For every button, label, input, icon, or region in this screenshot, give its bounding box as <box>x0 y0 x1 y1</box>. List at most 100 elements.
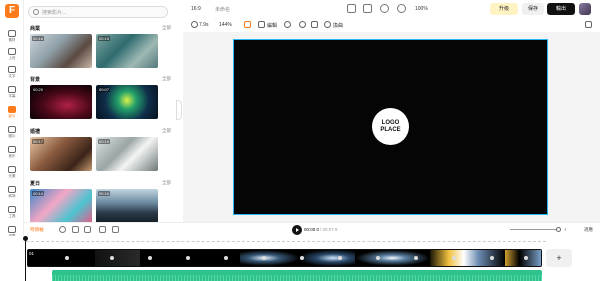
clip-marker[interactable] <box>414 256 418 260</box>
track-index: 01 <box>29 251 35 256</box>
app-logo: F <box>5 4 19 18</box>
scissors-icon[interactable] <box>84 226 91 233</box>
sidebar-item-music[interactable]: 音乐 <box>0 146 24 164</box>
zoom-select[interactable]: 100% <box>415 6 428 12</box>
category-see-all[interactable]: 全部 <box>162 76 171 82</box>
search-icon <box>33 9 39 15</box>
speed-icon[interactable] <box>284 21 291 28</box>
toolbox-icon <box>8 206 16 213</box>
sidebar-item-assets[interactable]: 素材 <box>0 30 24 48</box>
sidebar-item-text[interactable]: 文字 <box>0 66 24 84</box>
clip-segment <box>300 250 355 266</box>
clip-marker[interactable] <box>490 256 494 260</box>
add-track-button[interactable]: + <box>546 249 572 267</box>
video-thumbnail[interactable]: 00:16 <box>96 189 158 223</box>
delete-icon[interactable] <box>112 226 119 233</box>
magic-icon[interactable] <box>380 4 389 13</box>
search-placeholder: 搜索影片... <box>42 10 67 16</box>
category-see-all[interactable]: 全部 <box>162 128 171 134</box>
sidebar-item-video[interactable]: 影片 <box>0 106 24 124</box>
scale-select[interactable]: 144% <box>219 22 232 28</box>
swap-icon[interactable] <box>324 21 331 28</box>
timeline-zoom-slider[interactable] <box>510 229 560 230</box>
category-title: 背景 <box>30 77 41 83</box>
play-button[interactable] <box>292 225 302 235</box>
video-thumbnail[interactable]: 00:19 <box>96 137 158 171</box>
crop-icon[interactable] <box>311 21 318 28</box>
duration-badge: 00:16 <box>98 191 111 196</box>
video-thumbnail[interactable]: 00:16 <box>30 34 92 68</box>
image-icon <box>8 126 16 133</box>
video-thumbnail[interactable]: 00:14 <box>30 189 92 223</box>
current-time: 00:00.0 <box>304 227 320 232</box>
clip-marker[interactable] <box>376 256 380 260</box>
duration-value[interactable]: 7.9s <box>199 22 208 28</box>
canvas-toolbar: 7.9s 144% 編輯 換曲 <box>183 18 600 32</box>
category-see-all[interactable]: 全部 <box>162 25 171 31</box>
playhead[interactable] <box>23 236 28 281</box>
split-icon[interactable] <box>72 226 79 233</box>
edit-label[interactable]: 編輯 <box>267 22 277 29</box>
grid-icon <box>8 30 16 37</box>
video-thumbnail[interactable]: 00:07 <box>96 85 158 119</box>
clip-marker[interactable] <box>186 256 190 260</box>
help-icon[interactable] <box>397 4 406 13</box>
redo-icon[interactable] <box>363 4 372 13</box>
timeline-zoom-knob[interactable] <box>556 227 561 232</box>
aspect-ratio-select[interactable]: 16:9 <box>191 6 201 12</box>
clip-segment <box>95 250 140 266</box>
clip-marker[interactable] <box>110 256 114 260</box>
sidebar-item-images[interactable]: 图片 <box>0 126 24 144</box>
sidebar-item-upload[interactable]: 上传 <box>0 48 24 66</box>
video-thumbnail[interactable]: 00:20 <box>30 85 92 119</box>
add-icon[interactable] <box>59 226 66 233</box>
playback-bar: 時間軸 00:00.0 / 00:07.9 − + 適應 <box>24 222 600 236</box>
music-icon <box>8 146 16 153</box>
upload-icon <box>8 48 16 55</box>
clip-marker[interactable] <box>224 256 228 260</box>
clip-marker[interactable] <box>524 256 528 260</box>
gear-icon <box>8 226 16 233</box>
audio-waveform <box>52 275 542 281</box>
duplicate-icon[interactable] <box>99 226 106 233</box>
clip-marker[interactable] <box>65 256 69 260</box>
video-thumbnail[interactable]: 00:15 <box>96 34 158 68</box>
rotate-icon[interactable] <box>299 21 306 28</box>
clip-marker[interactable] <box>338 256 342 260</box>
avatar[interactable] <box>579 3 591 15</box>
export-button[interactable]: 輸出 <box>547 3 575 15</box>
upgrade-button[interactable]: 升级 <box>490 3 518 15</box>
sidebar-item-subtitles[interactable]: 字幕 <box>0 86 24 104</box>
trash-icon[interactable] <box>585 21 592 28</box>
shapes-icon <box>8 166 16 173</box>
clip-marker[interactable] <box>262 256 266 260</box>
replace-label[interactable]: 換曲 <box>333 22 343 29</box>
edit-icon[interactable] <box>258 21 265 28</box>
clip-marker[interactable] <box>452 256 456 260</box>
logo-placeholder[interactable]: LOGO PLACE <box>372 108 409 145</box>
timeline-ruler[interactable] <box>26 241 546 244</box>
audio-track-clip[interactable] <box>52 270 542 281</box>
duration-badge: 00:19 <box>98 139 111 144</box>
sidebar-item-elements[interactable]: 元素 <box>0 166 24 184</box>
sidebar-item-transitions[interactable]: 转场 <box>0 186 24 204</box>
zoom-in-icon[interactable]: + <box>564 227 567 232</box>
clip-segment <box>240 250 300 266</box>
save-button[interactable]: 保存 <box>522 3 544 15</box>
project-name[interactable]: 未命名 <box>215 6 230 13</box>
duration-badge: 00:14 <box>32 191 45 196</box>
media-library-panel: 搜索影片... 商業 全部 00:16 00:15 背景 全部 00:20 00… <box>24 0 176 224</box>
search-input[interactable]: 搜索影片... <box>28 6 168 18</box>
undo-icon[interactable] <box>347 4 356 13</box>
magic-wand-icon[interactable] <box>244 21 251 28</box>
sidebar-item-tools[interactable]: 工具 <box>0 206 24 224</box>
logo-text-line2: PLACE <box>380 127 401 133</box>
collapse-panel-handle[interactable] <box>176 100 182 120</box>
timeline-toggle[interactable]: 時間軸 <box>30 227 44 233</box>
clock-icon <box>191 21 198 28</box>
category-see-all[interactable]: 全部 <box>162 180 171 186</box>
clip-marker[interactable] <box>148 256 152 260</box>
video-thumbnail[interactable]: 00:17 <box>30 137 92 171</box>
clip-marker[interactable] <box>300 256 304 260</box>
fit-button[interactable]: 適應 <box>584 227 593 233</box>
